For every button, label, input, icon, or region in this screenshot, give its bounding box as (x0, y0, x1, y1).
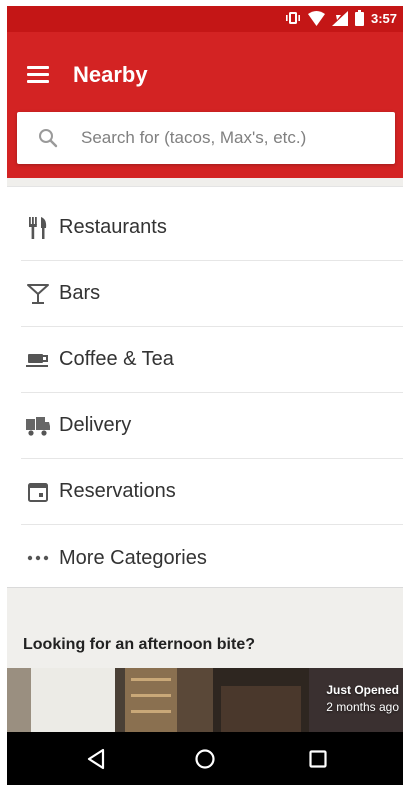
back-icon[interactable] (83, 746, 109, 772)
category-item-reservations[interactable]: Reservations (21, 459, 403, 525)
calendar-icon (25, 480, 51, 504)
category-item-more-categories[interactable]: More Categories (21, 525, 403, 591)
category-label: Delivery (59, 414, 132, 436)
search-input[interactable] (81, 112, 381, 164)
status-icons: 3:57 (285, 10, 397, 26)
hamburger-menu-icon[interactable] (27, 66, 49, 84)
category-label: More Categories (59, 546, 207, 569)
cellular-signal-icon (331, 10, 348, 26)
vibrate-icon (285, 12, 300, 24)
coffee-cup-icon (25, 348, 51, 372)
wifi-icon (307, 10, 325, 26)
search-icon (39, 129, 58, 148)
page-title: Nearby (73, 62, 148, 87)
section-heading: Looking for an afternoon bite? (23, 636, 255, 653)
category-item-coffee-tea[interactable]: Coffee & Tea (21, 327, 403, 393)
category-item-delivery[interactable]: Delivery (21, 393, 403, 459)
category-item-restaurants[interactable]: Restaurants (21, 195, 403, 261)
home-icon[interactable] (192, 746, 218, 772)
promo-badge-subtitle: 2 months ago (326, 700, 399, 714)
category-item-bars[interactable]: Bars (21, 261, 403, 327)
status-bar: 3:57 (7, 6, 403, 32)
promo-badge: Just Opened 2 months ago (326, 682, 399, 716)
fork-knife-icon (25, 216, 51, 240)
status-time: 3:57 (370, 10, 397, 26)
app-screen: 3:57 Nearby Search for (tacos, Max's, et… (7, 6, 403, 785)
battery-icon (354, 10, 364, 26)
app-bar: Nearby (7, 32, 403, 178)
category-label: Reservations (59, 480, 176, 502)
cocktail-glass-icon (25, 282, 51, 306)
promo-card[interactable]: Just Opened 2 months ago (7, 668, 403, 732)
category-label: Restaurants (59, 216, 167, 238)
more-dots-icon (25, 546, 51, 570)
category-label: Coffee & Tea (59, 348, 174, 370)
promo-badge-title: Just Opened (326, 683, 399, 697)
search-bar[interactable] (17, 112, 395, 164)
recents-icon[interactable] (305, 746, 331, 772)
category-label: Bars (59, 282, 101, 304)
category-list: Restaurants Bars Coffee & Tea Delivery R… (7, 186, 403, 588)
system-nav-bar (7, 732, 403, 785)
delivery-truck-icon (25, 414, 51, 438)
